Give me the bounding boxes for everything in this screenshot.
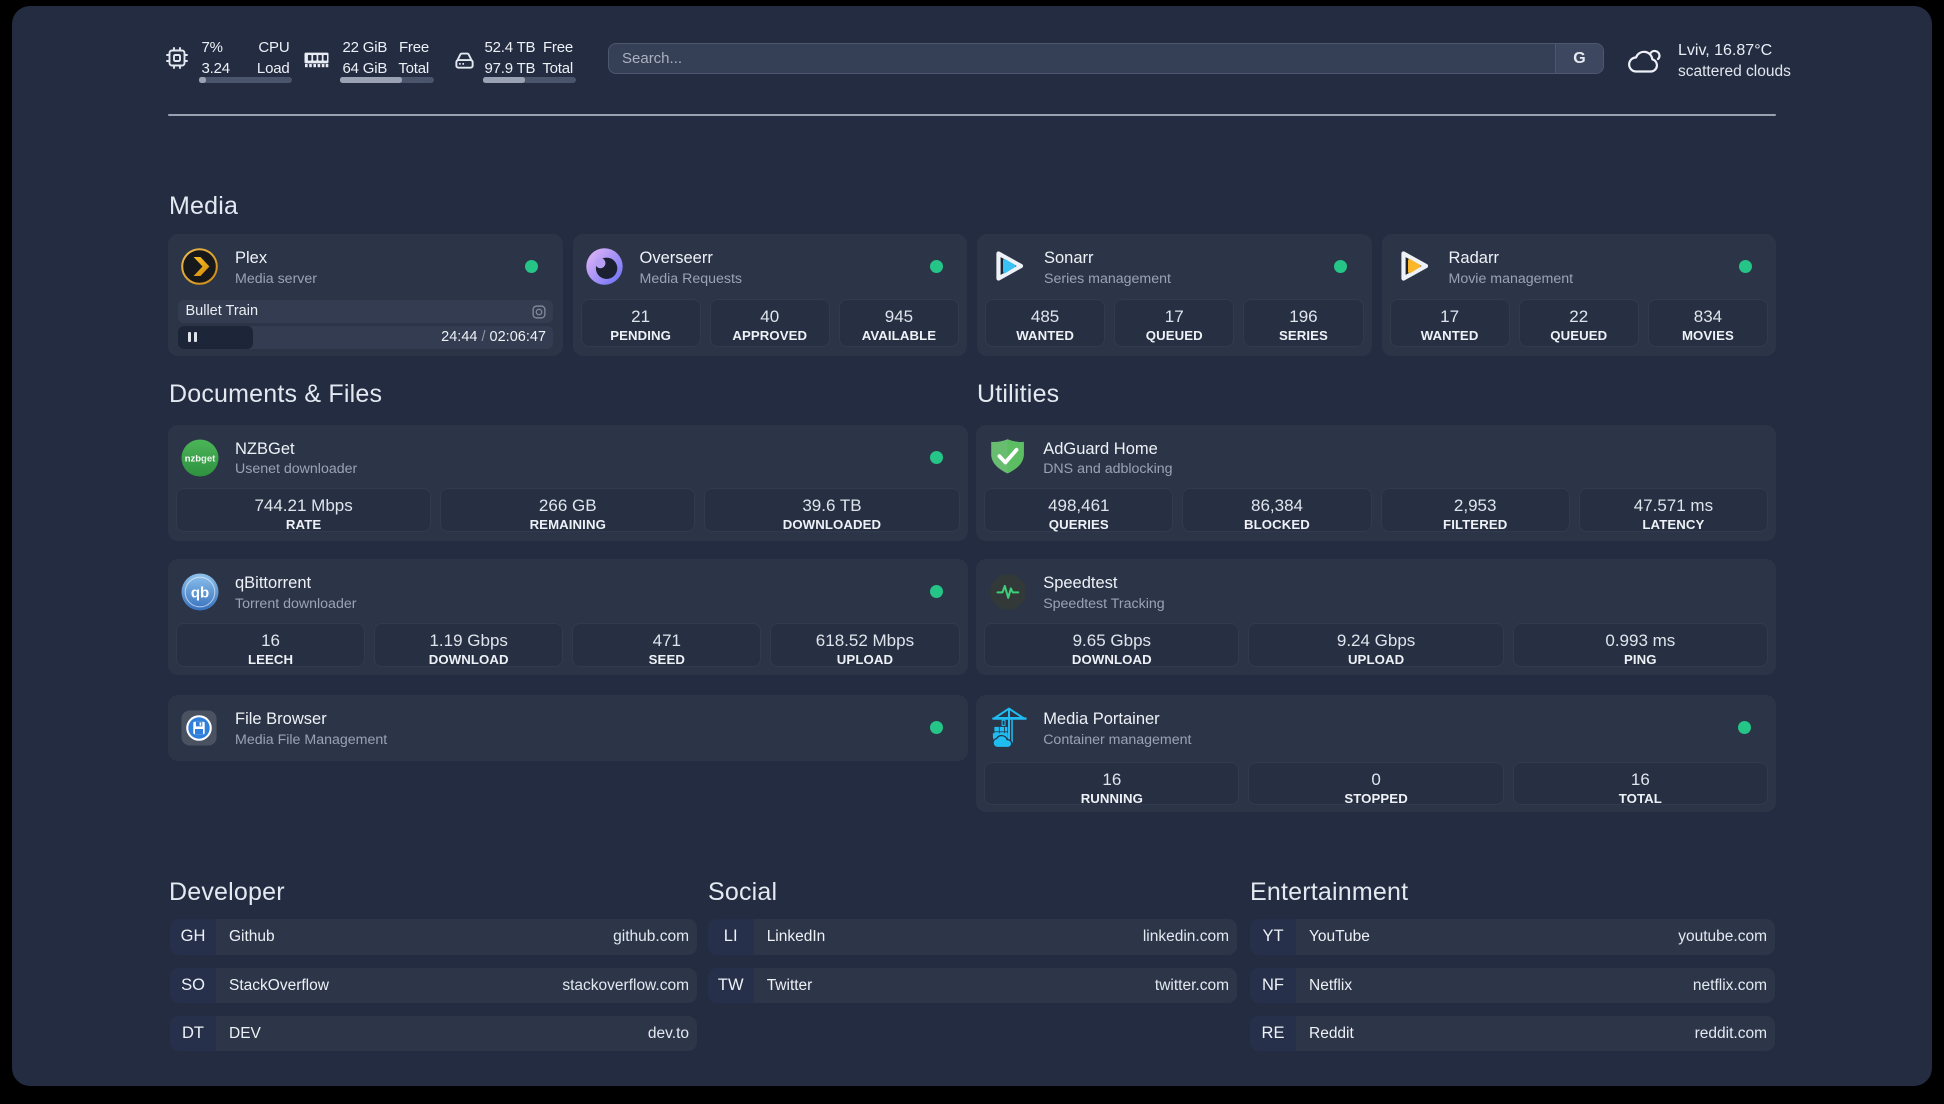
svg-text:nzbget: nzbget [185,453,216,464]
svg-text:qb: qb [191,585,209,602]
